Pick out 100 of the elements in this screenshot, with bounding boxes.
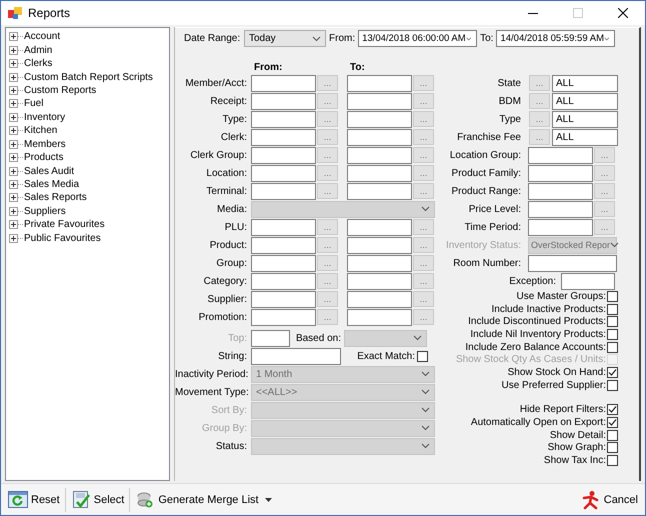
expand-icon[interactable] <box>9 220 23 230</box>
browse-button[interactable]: ... <box>317 129 338 145</box>
text-field[interactable] <box>251 290 316 308</box>
tree-item[interactable]: Kitchen <box>24 125 58 136</box>
text-field[interactable] <box>528 200 593 218</box>
browse-button[interactable]: ... <box>594 183 615 199</box>
browse-button[interactable]: ... <box>594 219 615 235</box>
checkbox[interactable] <box>607 328 618 340</box>
text-field[interactable] <box>347 254 412 272</box>
expand-icon[interactable] <box>9 180 23 190</box>
checkbox[interactable] <box>607 430 618 441</box>
browse-button[interactable]: ... <box>413 165 434 181</box>
text-field[interactable] <box>347 272 412 290</box>
checkbox[interactable] <box>607 455 618 466</box>
browse-button[interactable]: ... <box>529 93 550 109</box>
browse-button[interactable]: ... <box>529 75 550 91</box>
cancel-button[interactable]: Cancel <box>578 486 641 512</box>
text-field[interactable] <box>251 74 316 92</box>
checkbox[interactable] <box>607 304 618 315</box>
tree-item[interactable]: Private Favourites <box>24 219 105 230</box>
text-field[interactable] <box>251 348 341 364</box>
text-field[interactable] <box>347 182 412 200</box>
text-field[interactable] <box>251 164 316 182</box>
checkbox[interactable] <box>417 350 428 362</box>
tree-item[interactable]: Suppliers <box>24 206 66 217</box>
browse-button[interactable]: ... <box>413 183 434 199</box>
tree-item[interactable]: Products <box>24 152 64 164</box>
text-field[interactable] <box>347 164 412 182</box>
text-field[interactable] <box>251 308 316 326</box>
text-field[interactable] <box>347 74 412 92</box>
text-field[interactable] <box>251 146 316 164</box>
checkbox[interactable] <box>607 316 618 328</box>
text-field[interactable] <box>251 218 316 236</box>
tree-item[interactable]: Public Favourites <box>24 232 101 244</box>
checkbox[interactable] <box>607 366 618 378</box>
browse-button[interactable]: ... <box>413 237 434 253</box>
text-field[interactable] <box>347 290 412 308</box>
date-field[interactable]: 14/04/2018 05:59:59 AM <box>496 30 616 47</box>
expand-icon[interactable] <box>9 153 23 162</box>
browse-button[interactable]: ... <box>317 255 338 271</box>
tree-item[interactable]: Sales Audit <box>24 166 74 177</box>
text-field[interactable] <box>528 164 593 182</box>
date-field[interactable]: 13/04/2018 06:00:00 AM <box>358 30 478 47</box>
text-field[interactable] <box>251 92 316 110</box>
tree-item[interactable]: Fuel <box>24 98 44 110</box>
expand-icon[interactable] <box>9 206 23 216</box>
text-field[interactable] <box>347 236 412 254</box>
browse-button[interactable]: ... <box>317 237 338 253</box>
text-field[interactable] <box>251 128 316 146</box>
browse-button[interactable]: ... <box>413 75 434 91</box>
browse-button[interactable]: ... <box>317 165 338 181</box>
browse-button[interactable]: ... <box>413 93 434 109</box>
expand-icon[interactable] <box>9 140 23 149</box>
expand-icon[interactable] <box>9 59 23 68</box>
tree-item[interactable]: Custom Reports <box>24 84 96 96</box>
browse-button[interactable]: ... <box>413 129 434 145</box>
browse-button[interactable]: ... <box>317 93 338 109</box>
text-field[interactable] <box>561 272 615 290</box>
browse-button[interactable]: ... <box>413 309 434 325</box>
browse-button[interactable]: ... <box>413 273 434 289</box>
toolbar-button[interactable]: Select <box>68 486 128 512</box>
text-field[interactable] <box>251 330 290 346</box>
browse-button[interactable]: ... <box>317 309 338 325</box>
browse-button[interactable]: ... <box>317 111 338 127</box>
browse-button[interactable]: ... <box>594 165 615 181</box>
browse-button[interactable]: ... <box>594 147 615 163</box>
toolbar-button[interactable]: Generate Merge List <box>132 486 275 512</box>
checkbox[interactable] <box>607 442 618 454</box>
browse-button[interactable]: ... <box>317 291 338 307</box>
browse-button[interactable]: ... <box>529 129 550 145</box>
browse-button[interactable]: ... <box>594 201 615 217</box>
expand-icon[interactable] <box>9 99 23 108</box>
expand-icon[interactable] <box>9 234 23 243</box>
browse-button[interactable]: ... <box>317 75 338 91</box>
checkbox[interactable] <box>607 380 618 391</box>
tree-item[interactable]: Clerks <box>24 58 52 70</box>
expand-icon[interactable] <box>9 86 23 95</box>
tree-item[interactable]: Sales Reports <box>24 192 87 204</box>
browse-button[interactable]: ... <box>413 111 434 127</box>
browse-button[interactable]: ... <box>317 147 338 163</box>
tree-item[interactable]: Custom Batch Report Scripts <box>24 72 153 83</box>
text-field[interactable] <box>347 110 412 128</box>
browse-button[interactable]: ... <box>413 291 434 307</box>
browse-button[interactable]: ... <box>529 111 550 127</box>
text-field[interactable] <box>528 254 617 272</box>
expand-icon[interactable] <box>9 166 23 176</box>
browse-button[interactable]: ... <box>413 147 434 163</box>
expand-icon[interactable] <box>9 46 23 55</box>
text-field[interactable] <box>528 182 593 200</box>
text-field[interactable] <box>347 218 412 236</box>
checkbox[interactable] <box>607 342 618 353</box>
toolbar-button[interactable]: Reset <box>5 486 63 512</box>
text-field[interactable] <box>251 236 316 254</box>
text-field[interactable]: ALL <box>552 74 618 92</box>
browse-button[interactable]: ... <box>317 183 338 199</box>
text-field[interactable]: ALL <box>552 92 618 110</box>
tree-item[interactable]: Inventory <box>24 112 66 123</box>
text-field[interactable] <box>347 308 412 326</box>
text-field[interactable] <box>528 146 593 164</box>
text-field[interactable] <box>347 128 412 146</box>
